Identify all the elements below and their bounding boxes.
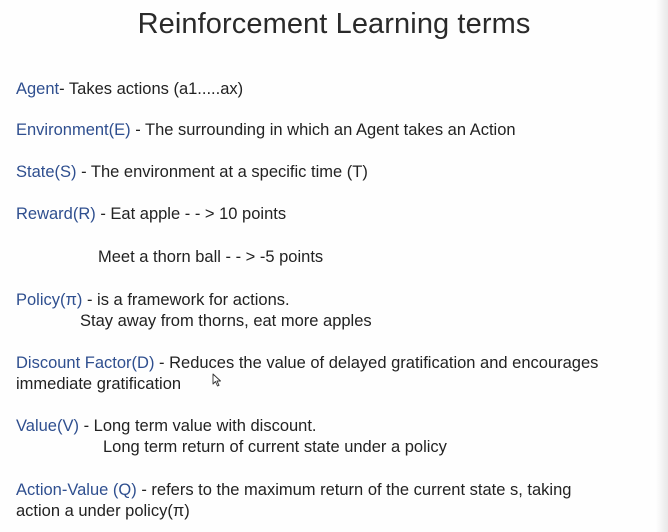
value-line-2: Long term return of current state under … bbox=[103, 438, 447, 456]
reward-description: - Eat apple - - > 10 points bbox=[95, 205, 287, 223]
policy-description: - is a framework for actions. bbox=[82, 291, 290, 309]
discount-term: Discount Factor(D) bbox=[16, 354, 155, 372]
mouse-cursor-icon bbox=[212, 373, 221, 387]
discount-line-2: immediate gratification bbox=[16, 375, 182, 393]
agent-line: Agent- Takes actions (a1.....ax) bbox=[16, 78, 243, 100]
environment-line: Environment(E) - The surrounding in whic… bbox=[16, 119, 516, 141]
state-description: - The environment at a specific time (T) bbox=[76, 163, 368, 181]
value-description: - Long term value with discount. bbox=[78, 417, 317, 435]
policy-line-2: Stay away from thorns, eat more apples bbox=[80, 312, 372, 330]
environment-term: Environment(E) bbox=[16, 121, 131, 139]
agent-term: Agent bbox=[16, 80, 60, 98]
slide-title: Reinforcement Learning terms bbox=[137, 8, 531, 40]
state-term: State(S) bbox=[16, 163, 77, 181]
agent-description: - Takes actions (a1.....ax) bbox=[59, 80, 244, 98]
discount-description: - Reduces the value of delayed gratifica… bbox=[154, 354, 599, 372]
state-line: State(S) - The environment at a specific… bbox=[16, 161, 368, 183]
action-value-line: Action-Value (Q) - refers to the maximum… bbox=[16, 479, 571, 501]
reward-line: Reward(R) - Eat apple - - > 10 points bbox=[16, 203, 286, 225]
environment-description: - The surrounding in which an Agent take… bbox=[130, 121, 516, 139]
action-value-line-2: action a under policy(π) bbox=[16, 502, 190, 520]
policy-line: Policy(π) - is a framework for actions. bbox=[16, 289, 290, 311]
slide-edge-shadow bbox=[656, 0, 668, 532]
slide: Reinforcement Learning terms Agent- Take… bbox=[0, 0, 668, 532]
value-line: Value(V) - Long term value with discount… bbox=[16, 415, 317, 437]
policy-term: Policy(π) bbox=[16, 291, 83, 309]
value-term: Value(V) bbox=[16, 417, 79, 435]
reward-line-2: Meet a thorn ball - - > -5 points bbox=[98, 248, 324, 266]
action-value-term: Action-Value (Q) bbox=[16, 481, 137, 499]
discount-line: Discount Factor(D) - Reduces the value o… bbox=[16, 352, 598, 374]
action-value-description: - refers to the maximum return of the cu… bbox=[136, 481, 572, 499]
reward-term: Reward(R) bbox=[16, 205, 96, 223]
